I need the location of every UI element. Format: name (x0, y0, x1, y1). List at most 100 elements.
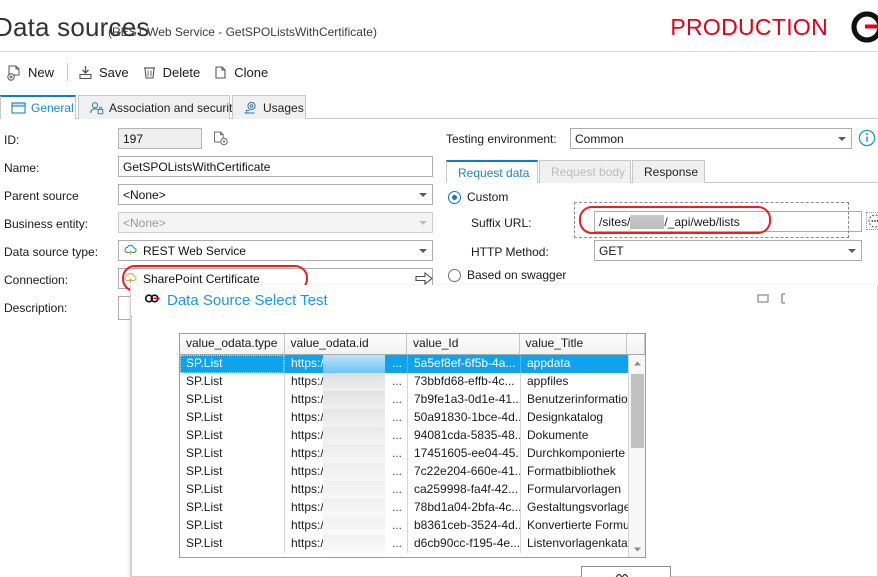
custom-radio[interactable] (448, 191, 461, 204)
delete-button[interactable]: Delete (137, 61, 209, 84)
grid-column-header[interactable]: value_Title (519, 334, 628, 355)
tab-general[interactable]: General (0, 95, 76, 120)
environment-label: PRODUCTION (670, 13, 828, 40)
chevron-down-icon (419, 248, 427, 253)
suffix-url-row: Suffix URL: /sites/ /_api/web/lists (446, 202, 878, 240)
cell-title: Gestaltungsvorlage... (521, 499, 629, 517)
data-source-select-test-dialog: Data Source Select Test value_odata.type (130, 285, 878, 577)
parent-source-value: <None> (123, 187, 166, 202)
parent-source-select[interactable]: <None> (118, 184, 433, 205)
field-row-parent-source: Parent source <None> (0, 184, 440, 210)
chevron-down-icon (848, 248, 856, 253)
table-row[interactable]: SP.List https:/ ... d6cb90cc-f195-4e... … (180, 535, 645, 553)
table-row[interactable]: SP.List https:/ ... 94081cda-5835-48... … (180, 427, 645, 445)
table-row[interactable]: SP.List https:/ ... 7c22e204-660e-41... … (180, 463, 645, 481)
cell-odata-id-text: https:/ (291, 536, 324, 550)
close-icon[interactable] (780, 293, 791, 307)
cell-odata-id-text: https:/ (291, 464, 324, 478)
http-method-select[interactable]: GET (594, 240, 862, 261)
description-label: Description: (4, 301, 68, 315)
main-tabstrip: General Association and security Usages (0, 95, 878, 120)
cell-redaction (323, 517, 385, 535)
cell-title: Durchkomponierte ... (521, 445, 629, 463)
cell-type: SP.List (180, 445, 285, 463)
cell-title: Dokumente (521, 427, 629, 445)
cell-id: 78bd1a04-2bfa-4c... (408, 499, 521, 517)
data-source-type-select[interactable]: REST Web Service (118, 240, 433, 261)
cs-logo-icon (832, 10, 878, 44)
table-row[interactable]: SP.List https:/ ... 78bd1a04-2bfa-4c... … (180, 499, 645, 517)
cs-small-logo-icon (144, 293, 160, 307)
grid-column-header[interactable]: value_Id (407, 334, 520, 355)
restore-icon[interactable] (757, 293, 769, 307)
table-row[interactable]: SP.List https:/ ... 50a91830-1bce-4d... … (180, 409, 645, 427)
grid-column-header[interactable]: value_odata.id (284, 334, 408, 355)
data-source-type-value: REST Web Service (143, 243, 246, 258)
cell-type: SP.List (180, 463, 285, 481)
suffix-url-prefix: /sites/ (599, 214, 631, 229)
cell-ellipsis: ... (391, 356, 402, 370)
based-on-swagger-label: Based on swagger (467, 268, 567, 282)
data-sources-page: Data sources (REST Web Service - GetSPOL… (0, 0, 878, 577)
http-method-label: HTTP Method: (471, 245, 549, 259)
clone-button[interactable]: Clone (208, 61, 276, 84)
cell-ellipsis: ... (391, 536, 402, 550)
page-subtitle: (REST Web Service - GetSPOListsWithCerti… (108, 25, 377, 39)
brand-area: PRODUCTION (670, 10, 878, 44)
subtab-request-data[interactable]: Request data (446, 160, 538, 184)
testing-environment-label: Testing environment: (446, 132, 557, 146)
document-gear-icon[interactable] (212, 130, 230, 151)
scroll-down-icon[interactable] (629, 541, 645, 557)
cell-odata-id-text: https:/ (291, 518, 324, 532)
scroll-up-icon[interactable] (629, 355, 645, 371)
cell-title: Listenvorlagenkatalog (521, 535, 629, 553)
table-row[interactable]: SP.List https:/ ... 5a5ef8ef-6f5b-4a... … (180, 355, 645, 373)
dialog-left-edge (131, 285, 132, 577)
suffix-url-input[interactable]: /sites/ /_api/web/lists (594, 211, 862, 232)
results-grid: value_odata.type value_odata.id value_Id… (179, 333, 646, 558)
dialog-action-button[interactable] (581, 566, 671, 577)
table-row[interactable]: SP.List https:/ ... 7b9fe1a3-0d1e-41... … (180, 391, 645, 409)
table-row[interactable]: SP.List https:/ ... 17451605-ee04-45... … (180, 445, 645, 463)
id-label: ID: (4, 133, 20, 147)
grid-header-row: value_odata.type value_odata.id value_Id… (180, 334, 645, 355)
name-value: GetSPOListsWithCertificate (123, 159, 271, 174)
tab-usages[interactable]: Usages (232, 95, 306, 119)
cell-ellipsis: ... (391, 410, 402, 424)
cell-redaction (323, 391, 385, 409)
suffix-url-browse-button[interactable] (866, 212, 878, 230)
new-button[interactable]: New (2, 61, 62, 84)
cell-odata-id: https:/ ... (285, 409, 408, 427)
dialog-title: Data Source Select Test (167, 291, 328, 309)
cell-odata-id: https:/ ... (285, 535, 408, 553)
tab-association-and-security[interactable]: Association and security (78, 95, 238, 119)
save-button[interactable]: Save (73, 61, 137, 84)
table-row[interactable]: SP.List https:/ ... b8361ceb-3524-4d... … (180, 517, 645, 535)
cell-odata-id: https:/ ... (285, 427, 408, 445)
cell-title: appdata (521, 355, 629, 373)
toolbar-separator (67, 63, 69, 81)
based-on-swagger-radio[interactable] (448, 269, 461, 282)
scrollbar-thumb[interactable] (631, 374, 644, 448)
cell-id: b8361ceb-3524-4d... (408, 517, 521, 535)
testing-environment-select[interactable]: Common (570, 128, 852, 149)
page-header: Data sources (REST Web Service - GetSPOL… (0, 0, 878, 52)
cell-id: 73bbfd68-effb-4c... (408, 373, 521, 391)
subtab-response-label: Response (644, 165, 699, 179)
table-row[interactable]: SP.List https:/ ... 73bbfd68-effb-4c... … (180, 373, 645, 391)
cloud-service-icon (123, 271, 138, 286)
dialog-titlebar: Data Source Select Test (131, 285, 877, 315)
cell-odata-id: https:/ ... (285, 481, 408, 499)
suffix-url-suffix: /_api/web/lists (664, 214, 740, 229)
grid-vertical-scrollbar[interactable] (628, 355, 645, 557)
id-field[interactable]: 197 (118, 128, 202, 149)
info-icon[interactable] (858, 129, 876, 150)
name-field[interactable]: GetSPOListsWithCertificate (118, 156, 433, 177)
subtab-request-body: Request body (539, 160, 631, 183)
subtab-response[interactable]: Response (632, 160, 705, 183)
cell-odata-id: https:/ ... (285, 517, 408, 535)
cell-type: SP.List (180, 427, 285, 445)
grid-column-header[interactable]: value_odata.type (180, 334, 285, 355)
cell-redaction (323, 445, 385, 463)
table-row[interactable]: SP.List https:/ ... ca259998-fa4f-42... … (180, 481, 645, 499)
